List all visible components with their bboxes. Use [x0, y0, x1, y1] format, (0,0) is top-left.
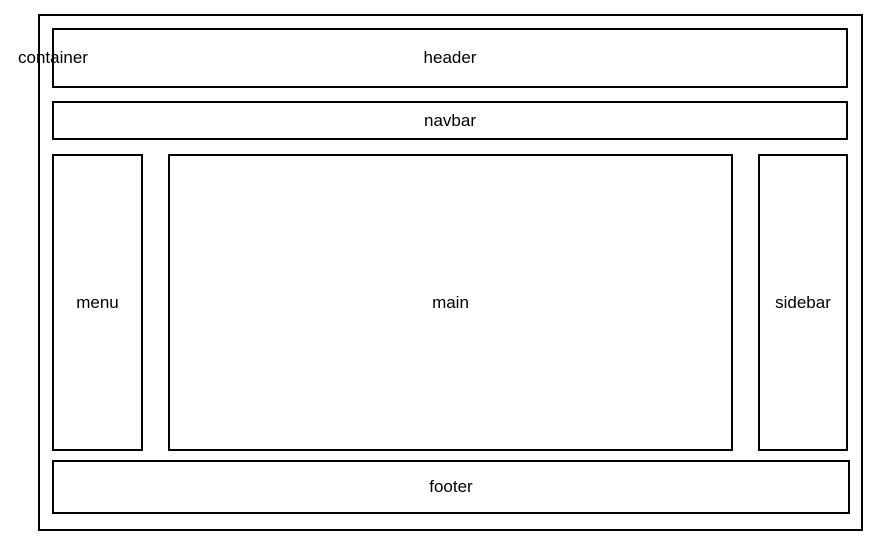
- main-label: main: [432, 292, 469, 312]
- menu-label: menu: [76, 292, 119, 312]
- sidebar-label: sidebar: [775, 292, 831, 312]
- navbar-label: navbar: [424, 110, 476, 130]
- container-label: container: [18, 48, 88, 67]
- navbar-box: navbar: [52, 101, 848, 140]
- main-box: main: [168, 154, 733, 451]
- header-label: header: [423, 48, 477, 67]
- footer-box: footer: [52, 460, 850, 514]
- footer-label: footer: [429, 477, 473, 496]
- sidebar-box: sidebar: [758, 154, 848, 451]
- menu-box: menu: [52, 154, 143, 451]
- header-box: header: [52, 28, 848, 88]
